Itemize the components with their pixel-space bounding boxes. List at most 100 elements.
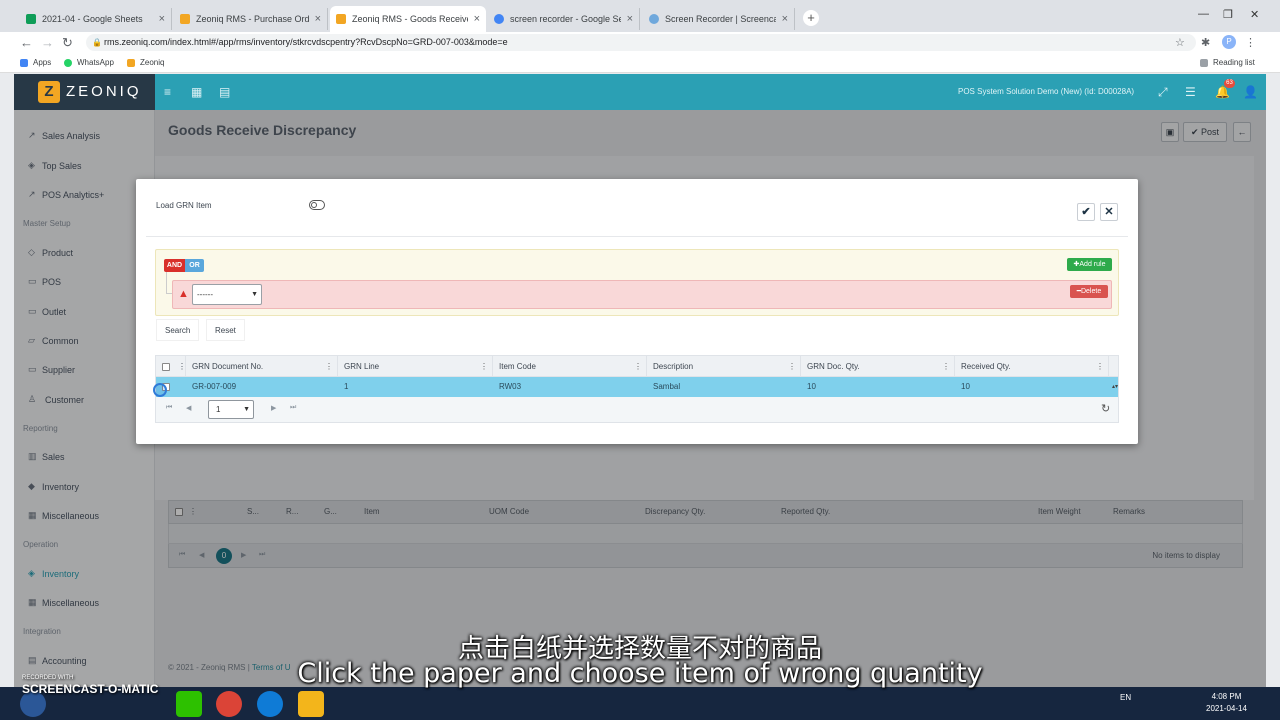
back-icon[interactable]: ← — [20, 35, 33, 50]
cell-item-code: RW03 — [499, 382, 522, 391]
clock[interactable]: 4:08 PM 2021-04-14 — [1206, 691, 1247, 715]
reload-icon[interactable]: ↻ — [62, 35, 73, 51]
list-icon[interactable]: ☰ — [1185, 85, 1196, 99]
document-icon[interactable]: ▤ — [219, 85, 230, 99]
column-header-item-code[interactable]: Item Code ⋮ — [493, 356, 647, 378]
hamburger-icon[interactable]: ≡ — [164, 85, 171, 99]
close-tab-icon[interactable]: × — [627, 13, 633, 25]
bookmark-apps[interactable]: Apps — [20, 58, 51, 67]
address-bar-row: ← → ↻ 🔒 rms.zeoniq.com/index.html#/app/r… — [0, 32, 1280, 53]
zeoniq-icon — [127, 58, 135, 67]
close-tab-icon[interactable]: × — [159, 13, 165, 25]
tab-google-sheets[interactable]: 2021-04 - Google Sheets × — [20, 8, 172, 30]
company-label: POS System Solution Demo (New) (Id: D000… — [958, 87, 1135, 96]
zeoniq-logo-icon: Z — [38, 81, 60, 103]
zeoniq-icon — [336, 14, 346, 24]
close-tab-icon[interactable]: × — [315, 13, 321, 25]
cell-description: Sambal — [653, 382, 681, 391]
last-page-icon[interactable]: ⏭ — [290, 404, 296, 412]
tab-google-search[interactable]: screen recorder - Google Search × — [488, 8, 640, 30]
column-header-line[interactable]: GRN Line ⋮ — [338, 356, 493, 378]
reading-list[interactable]: Reading list — [1200, 58, 1255, 67]
cell-line: 1 — [344, 382, 349, 391]
table-row[interactable]: GR-007-009 1 RW03 Sambal 10 10 ▴▾ — [155, 377, 1119, 397]
load-grn-label: Load GRN Item — [156, 201, 212, 210]
chevron-down-icon: ▼ — [251, 291, 258, 298]
zeoniq-icon — [180, 14, 190, 24]
load-grn-modal: Load GRN Item ✔ ✕ AND OR ✚Add rule ▲ ---… — [136, 179, 1138, 444]
query-builder: AND OR ✚Add rule ▲ ------ ▼ ━Delete — [155, 249, 1119, 316]
refresh-icon[interactable]: ↻ — [1101, 402, 1110, 415]
tab-screencast[interactable]: Screen Recorder | Screencast-O- × — [643, 8, 795, 30]
first-page-icon[interactable]: ⏮ — [166, 404, 172, 412]
column-menu-icon[interactable]: ⋮ — [176, 356, 186, 378]
bookmarks-bar: Apps WhatsApp Zeoniq Reading list — [0, 53, 1280, 73]
grn-grid-pager: ⏮ ◀ 1 ▼ ▶ ⏭ ↻ — [155, 397, 1119, 423]
extensions-icon[interactable]: ✱ — [1201, 36, 1210, 49]
app-header: Z ZEONIQ ≡ ▦ ▤ POS System Solution Demo … — [14, 74, 1266, 110]
next-page-icon[interactable]: ▶ — [271, 404, 276, 412]
grn-items-grid: ⋮ GRN Document No. ⋮ GRN Line ⋮ Item Code ⋮… — [155, 355, 1119, 425]
bookmark-zeoniq[interactable]: Zeoniq — [127, 58, 164, 67]
forward-icon[interactable]: → — [41, 35, 54, 50]
select-all-checkbox[interactable] — [162, 363, 170, 371]
column-menu-icon[interactable]: ⋮ — [480, 356, 488, 378]
grid-icon[interactable]: ▦ — [191, 85, 202, 99]
chrome-icon[interactable] — [216, 691, 242, 717]
reading-list-icon — [1200, 58, 1208, 67]
column-menu-icon[interactable]: ⋮ — [325, 356, 333, 378]
column-header-doc-no[interactable]: GRN Document No. ⋮ — [186, 356, 338, 378]
or-button[interactable]: OR — [185, 259, 204, 272]
rule-field-select[interactable]: ------ ▼ — [192, 284, 262, 305]
browser-tab-bar: 2021-04 - Google Sheets × Zeoniq RMS - P… — [0, 0, 1280, 34]
scrollbar[interactable]: ▴▾ — [1106, 377, 1118, 397]
column-menu-icon[interactable]: ⋮ — [1096, 356, 1104, 378]
windows-taskbar: EN 4:08 PM 2021-04-14 — [0, 687, 1280, 720]
cell-doc-no: GR-007-009 — [192, 382, 237, 391]
column-menu-icon[interactable]: ⋮ — [788, 356, 796, 378]
check-icon: ✔ — [1081, 206, 1091, 218]
minimize-icon[interactable]: — — [1198, 8, 1209, 20]
page-select[interactable]: 1 ▼ — [208, 400, 254, 419]
search-button[interactable]: Search — [156, 319, 200, 341]
delete-rule-button[interactable]: ━Delete — [1070, 285, 1108, 298]
wechat-icon[interactable] — [176, 691, 202, 717]
edge-icon[interactable] — [257, 691, 283, 717]
column-menu-icon[interactable]: ⋮ — [942, 356, 950, 378]
maximize-icon[interactable]: ❐ — [1223, 8, 1233, 21]
bookmark-star-icon[interactable]: ☆ — [1175, 36, 1185, 49]
close-tab-icon[interactable]: × — [782, 13, 788, 25]
prev-page-icon[interactable]: ◀ — [186, 404, 191, 412]
lock-icon: 🔒 — [92, 38, 102, 47]
confirm-button[interactable]: ✔ — [1077, 203, 1095, 221]
close-icon: ✕ — [1104, 206, 1114, 218]
column-menu-icon[interactable]: ⋮ — [634, 356, 642, 378]
url-field[interactable]: 🔒 rms.zeoniq.com/index.html#/app/rms/inv… — [86, 34, 1196, 51]
column-header-description[interactable]: Description ⋮ — [647, 356, 801, 378]
tray-language[interactable]: EN — [1120, 693, 1131, 702]
add-rule-button[interactable]: ✚Add rule — [1067, 258, 1112, 271]
new-tab-button[interactable]: + — [803, 10, 819, 26]
reset-button[interactable]: Reset — [206, 319, 245, 341]
close-tab-icon[interactable]: × — [474, 13, 480, 25]
window-close-icon[interactable]: ✕ — [1250, 8, 1259, 21]
menu-dots-icon[interactable]: ⋮ — [1245, 36, 1256, 49]
profile-avatar[interactable]: P — [1222, 35, 1236, 49]
brand-logo[interactable]: Z ZEONIQ — [14, 74, 155, 110]
close-modal-button[interactable]: ✕ — [1100, 203, 1118, 221]
and-button[interactable]: AND — [164, 259, 185, 272]
screen: 2021-04 - Google Sheets × Zeoniq RMS - P… — [0, 0, 1280, 720]
column-header-received-qty[interactable]: Received Qty. ⋮ — [955, 356, 1109, 378]
bookmark-whatsapp[interactable]: WhatsApp — [64, 58, 114, 67]
apps-grid-icon — [20, 58, 28, 67]
chevron-down-icon: ▼ — [243, 406, 250, 413]
user-icon[interactable]: 👤 — [1243, 85, 1258, 99]
screencast-app-icon[interactable] — [298, 691, 324, 717]
query-rule: ▲ ------ ▼ ━Delete — [172, 280, 1112, 309]
tab-goods-receive[interactable]: Zeoniq RMS - Goods Receive Dis × — [330, 6, 486, 32]
click-cursor-indicator — [153, 383, 167, 397]
tab-purchase-order[interactable]: Zeoniq RMS - Purchase Order En × — [174, 8, 328, 30]
load-grn-toggle[interactable] — [309, 200, 325, 210]
expand-icon[interactable]: ⤢ — [1158, 85, 1168, 100]
column-header-doc-qty[interactable]: GRN Doc. Qty. ⋮ — [801, 356, 955, 378]
